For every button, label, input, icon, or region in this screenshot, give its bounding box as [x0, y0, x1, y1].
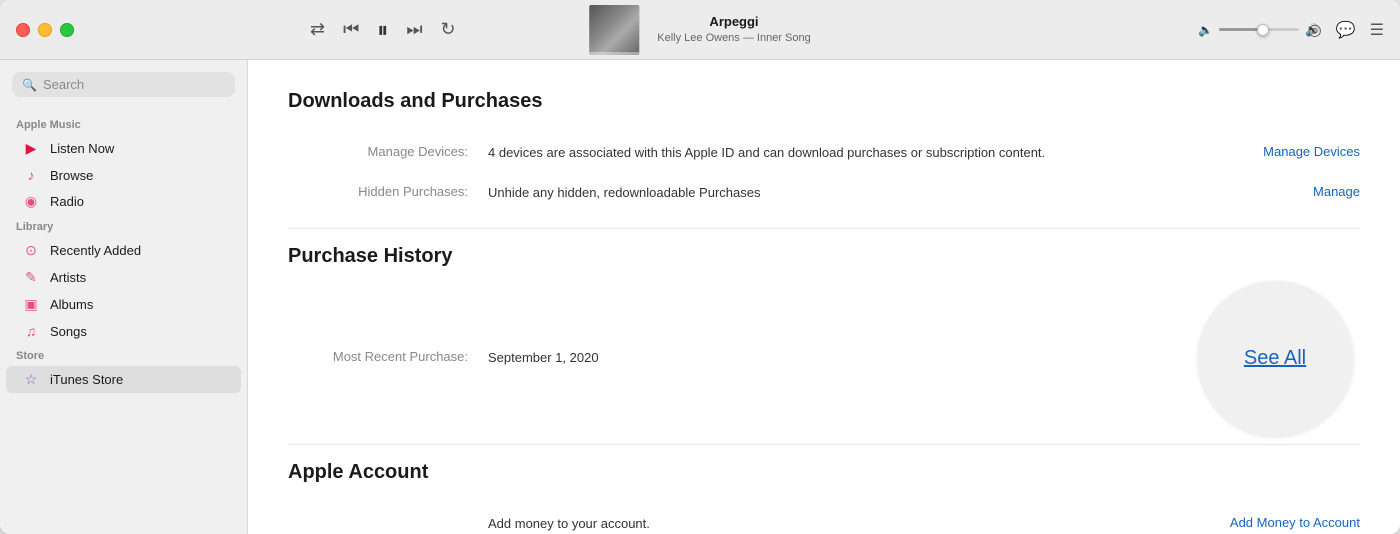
volume-controls: 🔈 🔊: [1198, 23, 1320, 37]
purchase-history-title: Purchase History: [288, 245, 1360, 268]
artists-icon: ✎: [22, 269, 40, 286]
purchase-history-content-area: Most Recent Purchase: September 1, 2020: [288, 338, 1190, 378]
lyrics-icon[interactable]: 💬: [1336, 20, 1356, 40]
sidebar-label-itunes-store: iTunes Store: [50, 372, 123, 387]
previous-button[interactable]: ⏮: [343, 19, 359, 40]
sidebar-item-listen-now[interactable]: ▶ Listen Now: [6, 135, 241, 162]
sidebar-label-recently-added: Recently Added: [50, 243, 141, 258]
see-all-link[interactable]: See All: [1244, 347, 1306, 370]
hidden-purchases-label: Hidden Purchases:: [288, 183, 488, 199]
now-playing: Arpeggi Kelly Lee Owens — Inner Song: [589, 5, 810, 55]
sidebar-item-recently-added[interactable]: ⊙ Recently Added: [6, 237, 241, 264]
volume-slider[interactable]: [1219, 28, 1299, 31]
volume-thumb[interactable]: [1257, 24, 1269, 36]
most-recent-label: Most Recent Purchase:: [288, 348, 488, 364]
sidebar-item-radio[interactable]: ◉ Radio: [6, 188, 241, 215]
track-title: Arpeggi: [657, 14, 810, 31]
search-input[interactable]: Search: [43, 77, 225, 92]
maximize-button[interactable]: [60, 23, 74, 37]
songs-icon: ♫: [22, 323, 40, 339]
sidebar-label-artists: Artists: [50, 270, 86, 285]
section-header-library: Library: [0, 215, 247, 237]
hidden-purchases-row: Hidden Purchases: Unhide any hidden, red…: [288, 173, 1360, 213]
most-recent-content: September 1, 2020: [488, 348, 1190, 368]
search-icon: 🔍: [22, 78, 37, 92]
player-controls: ⇄ ⏮ ⏸ ⏭ ↻: [250, 17, 456, 43]
radio-icon: ◉: [22, 193, 40, 210]
manage-devices-link[interactable]: Manage Devices: [1263, 144, 1360, 159]
section-header-store: Store: [0, 344, 247, 366]
sidebar-label-listen-now: Listen Now: [50, 141, 114, 156]
sidebar-label-browse: Browse: [50, 168, 93, 183]
see-all-container: See All: [1190, 288, 1360, 428]
add-money-action: Add Money to Account: [1210, 514, 1360, 532]
app-window: ⇄ ⏮ ⏸ ⏭ ↻ Arpeggi Kelly Lee Owens — Inne…: [0, 0, 1400, 534]
airplay-icon[interactable]: ◎: [1308, 20, 1322, 40]
sidebar-item-itunes-store[interactable]: ☆ iTunes Store: [6, 366, 241, 393]
sidebar-label-songs: Songs: [50, 324, 87, 339]
sidebar: 🔍 Search Apple Music ▶ Listen Now ♪ Brow…: [0, 60, 248, 534]
queue-icon[interactable]: ☰: [1370, 20, 1384, 40]
repeat-button[interactable]: ↻: [441, 19, 456, 40]
see-all-circle: See All: [1198, 281, 1353, 436]
sidebar-item-albums[interactable]: ▣ Albums: [6, 291, 241, 318]
add-money-link[interactable]: Add Money to Account: [1230, 515, 1360, 530]
sidebar-item-browse[interactable]: ♪ Browse: [6, 162, 241, 188]
sidebar-item-artists[interactable]: ✎ Artists: [6, 264, 241, 291]
apple-account-title: Apple Account: [288, 461, 1360, 484]
add-money-label: [288, 514, 488, 515]
shuffle-button[interactable]: ⇄: [310, 19, 325, 40]
purchase-history-section: Purchase History Most Recent Purchase: S…: [288, 245, 1360, 428]
recently-added-icon: ⊙: [22, 242, 40, 259]
search-bar[interactable]: 🔍 Search: [12, 72, 235, 97]
right-icons: ◎ 💬 ☰: [1308, 20, 1384, 40]
manage-devices-label: Manage Devices:: [288, 143, 488, 159]
titlebar: ⇄ ⏮ ⏸ ⏭ ↻ Arpeggi Kelly Lee Owens — Inne…: [0, 0, 1400, 60]
add-money-content: Add money to your account.: [488, 514, 1210, 534]
minimize-button[interactable]: [38, 23, 52, 37]
browse-icon: ♪: [22, 167, 40, 183]
manage-hidden-action: Manage: [1293, 183, 1360, 201]
listen-now-icon: ▶: [22, 140, 40, 157]
content-area: Downloads and Purchases Manage Devices: …: [248, 60, 1400, 534]
manage-devices-action: Manage Devices: [1243, 143, 1360, 161]
downloads-section-title: Downloads and Purchases: [288, 90, 1360, 113]
track-info: Arpeggi Kelly Lee Owens — Inner Song: [649, 14, 810, 45]
divider-1: [288, 228, 1360, 229]
divider-2: [288, 444, 1360, 445]
sidebar-item-songs[interactable]: ♫ Songs: [6, 318, 241, 344]
manage-hidden-link[interactable]: Manage: [1313, 184, 1360, 199]
itunes-store-icon: ☆: [22, 371, 40, 388]
album-art-image: [589, 5, 639, 55]
section-header-apple-music: Apple Music: [0, 113, 247, 135]
hidden-purchases-content: Unhide any hidden, redownloadable Purcha…: [488, 183, 1293, 203]
purchase-history-row-wrapper: Most Recent Purchase: September 1, 2020 …: [288, 288, 1360, 428]
main-area: 🔍 Search Apple Music ▶ Listen Now ♪ Brow…: [0, 60, 1400, 534]
manage-devices-row: Manage Devices: 4 devices are associated…: [288, 133, 1360, 173]
sidebar-label-albums: Albums: [50, 297, 93, 312]
sidebar-label-radio: Radio: [50, 194, 84, 209]
close-button[interactable]: [16, 23, 30, 37]
next-button[interactable]: ⏭: [406, 19, 422, 40]
add-money-row: Add money to your account. Add Money to …: [288, 504, 1360, 534]
album-art: [589, 5, 639, 55]
pause-button[interactable]: ⏸: [377, 17, 388, 43]
volume-low-icon: 🔈: [1198, 23, 1213, 37]
manage-devices-content: 4 devices are associated with this Apple…: [488, 143, 1243, 163]
most-recent-purchase-row: Most Recent Purchase: September 1, 2020: [288, 338, 1190, 378]
track-subtitle: Kelly Lee Owens — Inner Song: [657, 31, 810, 45]
traffic-lights: [0, 23, 250, 37]
albums-icon: ▣: [22, 296, 40, 313]
